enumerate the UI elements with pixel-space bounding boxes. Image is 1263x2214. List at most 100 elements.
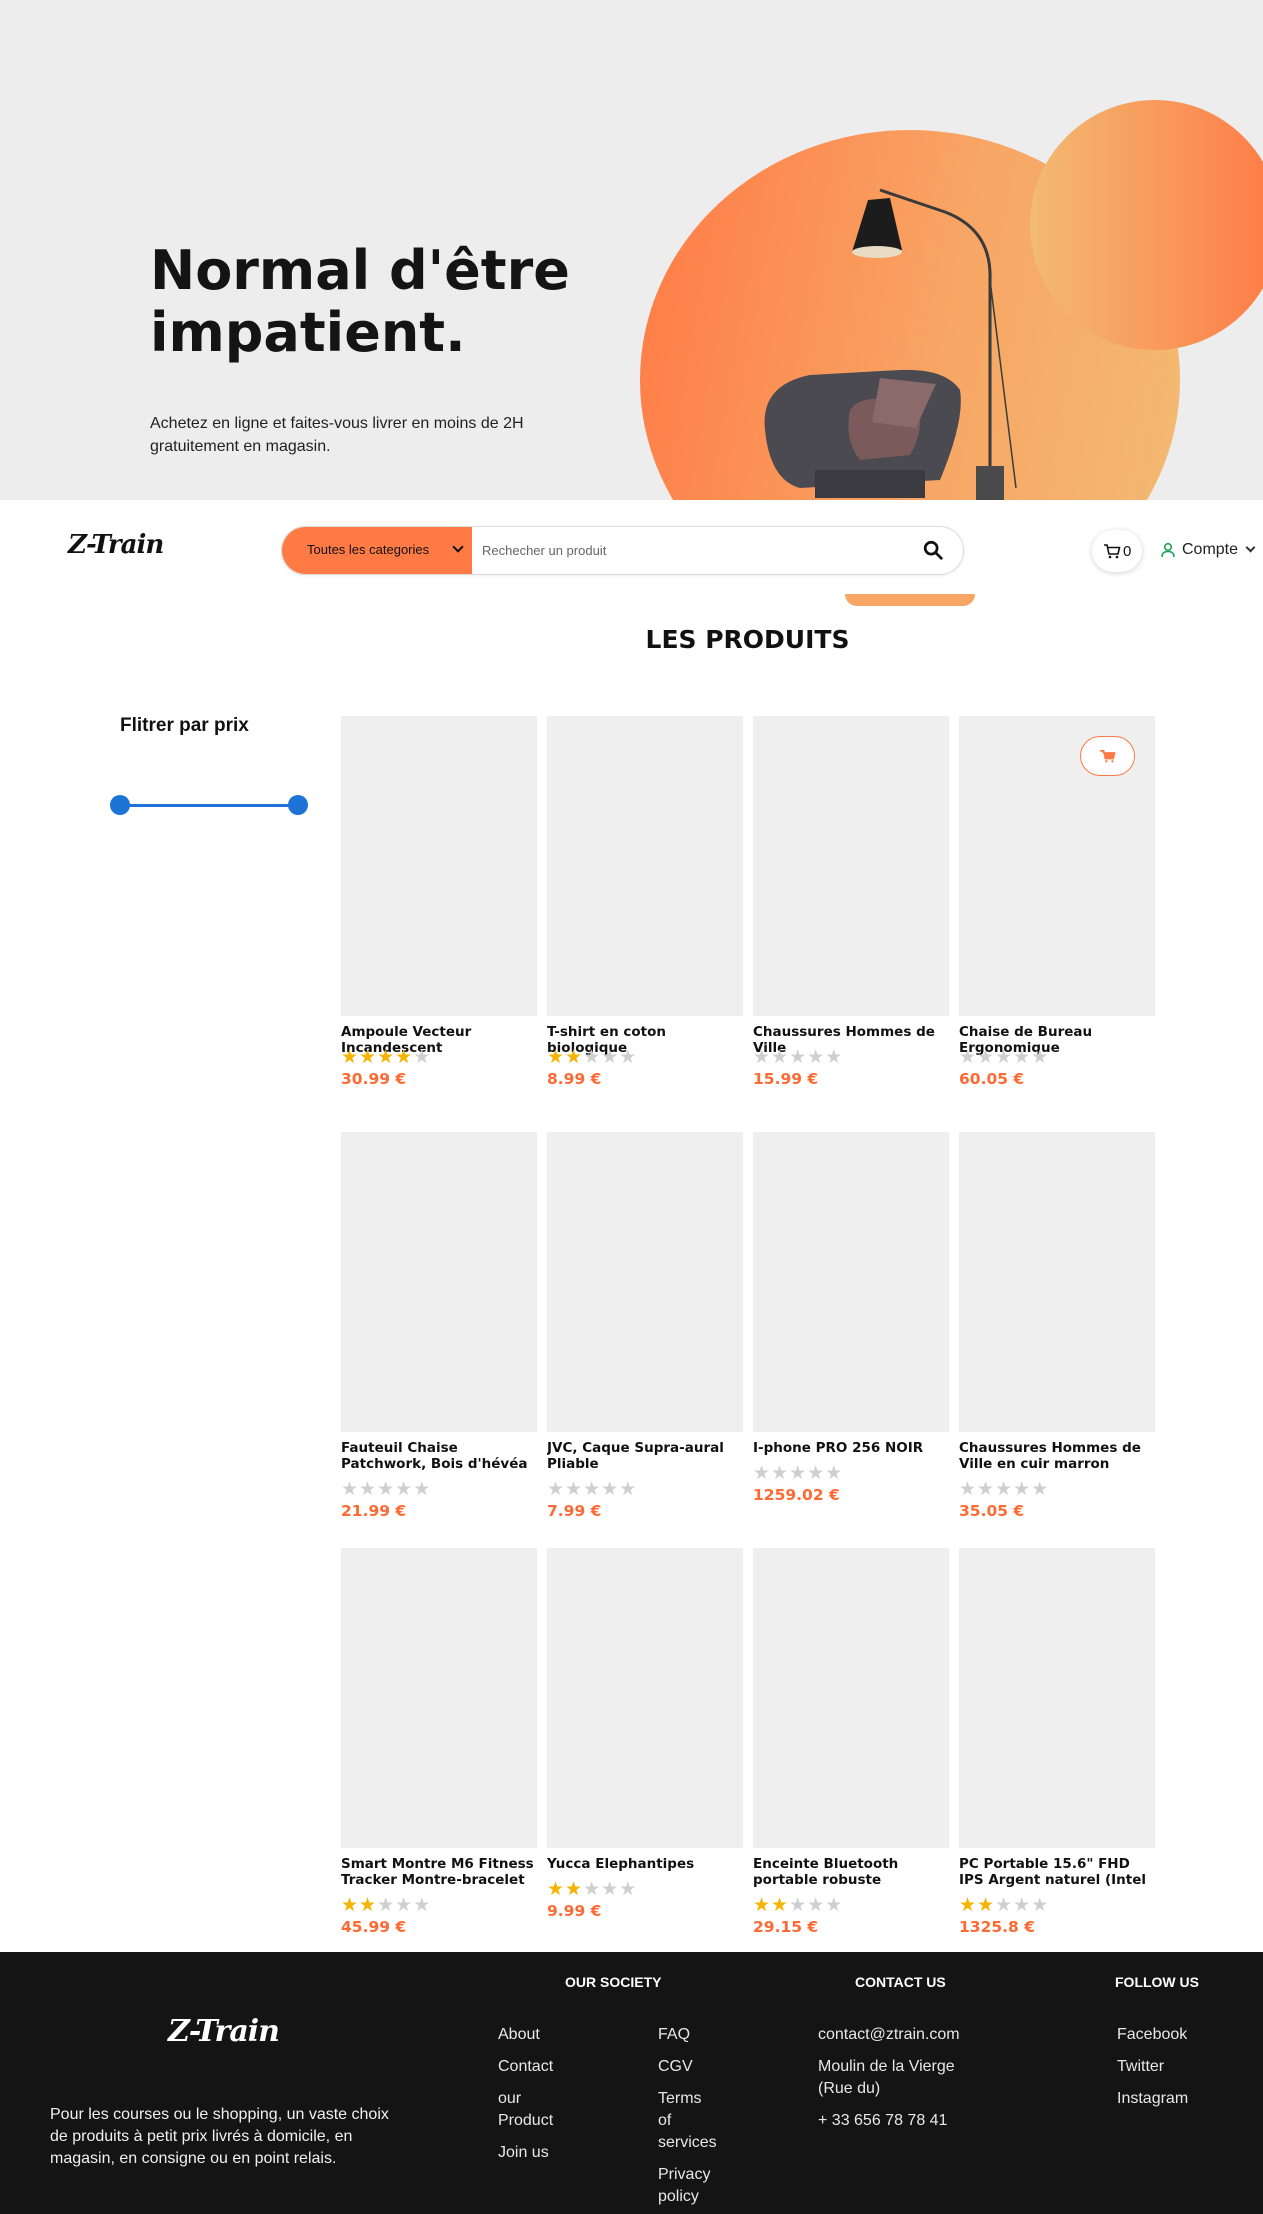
slider-min-handle[interactable] xyxy=(110,795,130,815)
product-name[interactable]: PC Portable 15.6" FHD IPS Argent naturel… xyxy=(959,1856,1155,1888)
star-icon: ★ xyxy=(1013,1895,1032,1916)
star-icon: ★ xyxy=(395,1047,414,1068)
footer-link-terms[interactable]: Terms of services xyxy=(658,2088,718,2154)
product-card[interactable]: PC Portable 15.6" FHD IPS Argent naturel… xyxy=(959,1548,1155,1958)
product-name[interactable]: Chaussures Hommes de Ville en cuir marro… xyxy=(959,1440,1155,1472)
footer-link-instagram[interactable]: Instagram xyxy=(1117,2088,1237,2110)
star-icon: ★ xyxy=(359,1479,378,1500)
product-image[interactable] xyxy=(547,1548,743,1848)
product-rating: ★★★★★ xyxy=(959,1048,1049,1068)
price-range-slider[interactable] xyxy=(110,795,308,815)
product-name[interactable]: Smart Montre M6 Fitness Tracker Montre-b… xyxy=(341,1856,537,1888)
product-name[interactable]: Yucca Elephantipes xyxy=(547,1856,743,1872)
footer-social-links: Facebook Twitter Instagram xyxy=(1117,2024,1237,2120)
star-icon: ★ xyxy=(807,1463,826,1484)
star-icon: ★ xyxy=(753,1463,772,1484)
account-label: Compte xyxy=(1182,541,1239,558)
product-card[interactable]: JVC, Caque Supra-aural Pliable ★★★★★ 7.99 … xyxy=(547,1132,743,1542)
star-icon: ★ xyxy=(583,1879,602,1900)
product-rating: ★★★★★ xyxy=(341,1896,431,1916)
star-icon: ★ xyxy=(565,1879,584,1900)
product-name[interactable]: I-phone PRO 256 NOIR xyxy=(753,1440,949,1456)
logo[interactable]: Z-Train xyxy=(68,530,164,560)
footer-link-about[interactable]: About xyxy=(498,2024,598,2046)
footer-contact-info: contact@ztrain.com Moulin de la Vierge (… xyxy=(818,2024,1003,2142)
star-icon: ★ xyxy=(359,1895,378,1916)
product-image[interactable] xyxy=(341,716,537,1016)
product-card[interactable]: Chaise de Bureau Ergonomique ★★★★★ 60.05 € xyxy=(959,716,1155,1126)
product-card[interactable]: Fauteuil Chaise Patchwork, Bois d'hévéa ★… xyxy=(341,1132,537,1542)
product-price: 15.99 € xyxy=(753,1070,819,1088)
footer-link-our-product[interactable]: our Product xyxy=(498,2088,558,2132)
footer-link-join-us[interactable]: Join us xyxy=(498,2142,598,2164)
product-image[interactable] xyxy=(341,1548,537,1848)
star-icon: ★ xyxy=(995,1479,1014,1500)
search-bar: Toutes les categories xyxy=(281,526,964,575)
footer-link-facebook[interactable]: Facebook xyxy=(1117,2024,1237,2046)
star-icon: ★ xyxy=(825,1895,844,1916)
product-card[interactable]: Ampoule Vecteur Incandescent ★★★★★ 30.99 € xyxy=(341,716,537,1126)
footer-link-twitter[interactable]: Twitter xyxy=(1117,2056,1237,2078)
star-icon: ★ xyxy=(601,1047,620,1068)
star-icon: ★ xyxy=(341,1895,360,1916)
slider-max-handle[interactable] xyxy=(288,795,308,815)
footer-link-faq[interactable]: FAQ xyxy=(658,2024,728,2046)
star-icon: ★ xyxy=(377,1047,396,1068)
product-rating: ★★★★★ xyxy=(959,1896,1049,1916)
product-name[interactable]: Fauteuil Chaise Patchwork, Bois d'hévéa xyxy=(341,1440,537,1472)
star-icon: ★ xyxy=(413,1047,432,1068)
footer-logo[interactable]: Z-Train xyxy=(168,2014,280,2049)
product-card[interactable]: Smart Montre M6 Fitness Tracker Montre-b… xyxy=(341,1548,537,1958)
footer-heading-society: OUR SOCIETY xyxy=(565,1974,662,1990)
footer-contact-email[interactable]: contact@ztrain.com xyxy=(818,2024,1003,2046)
star-icon: ★ xyxy=(807,1895,826,1916)
hero-title-line2: impatient. xyxy=(150,301,466,364)
search-icon[interactable] xyxy=(922,539,944,561)
star-icon: ★ xyxy=(413,1479,432,1500)
search-input[interactable] xyxy=(482,537,882,564)
star-icon: ★ xyxy=(395,1479,414,1500)
product-image[interactable] xyxy=(753,1132,949,1432)
footer-link-privacy[interactable]: Privacy policy xyxy=(658,2164,718,2208)
product-image[interactable] xyxy=(341,1132,537,1432)
star-icon: ★ xyxy=(547,1879,566,1900)
category-select[interactable]: Toutes les categories xyxy=(282,527,472,574)
star-icon: ★ xyxy=(547,1479,566,1500)
product-image[interactable] xyxy=(547,1132,743,1432)
product-price: 8.99 € xyxy=(547,1070,602,1088)
add-to-cart-button[interactable] xyxy=(1080,736,1135,776)
filter-title: Flitrer par prix xyxy=(120,715,249,736)
navbar-accent-shape xyxy=(845,594,975,606)
footer: Z-Train Pour les courses ou le shopping,… xyxy=(0,1952,1263,2214)
product-image[interactable] xyxy=(753,1548,949,1848)
product-rating: ★★★★★ xyxy=(753,1048,843,1068)
cart-button[interactable]: 0 xyxy=(1092,530,1142,572)
star-icon: ★ xyxy=(977,1895,996,1916)
footer-link-cgv[interactable]: CGV xyxy=(658,2056,728,2078)
product-price: 1325.8 € xyxy=(959,1918,1035,1936)
product-rating: ★★★★★ xyxy=(753,1896,843,1916)
star-icon: ★ xyxy=(583,1047,602,1068)
product-rating: ★★★★★ xyxy=(547,1048,637,1068)
product-price: 45.99 € xyxy=(341,1918,407,1936)
navbar: Z-Train Toutes les categories 0 Compte xyxy=(0,500,1263,600)
hero-banner: Normal d'être impatient. Achetez en lign… xyxy=(0,0,1263,500)
product-image[interactable] xyxy=(547,716,743,1016)
product-image[interactable] xyxy=(959,1548,1155,1848)
star-icon: ★ xyxy=(1031,1895,1050,1916)
product-card[interactable]: Chaussures Hommes de Ville en cuir marro… xyxy=(959,1132,1155,1542)
product-card[interactable]: I-phone PRO 256 NOIR ★★★★★ 1259.02 € xyxy=(753,1132,949,1542)
footer-link-contact[interactable]: Contact xyxy=(498,2056,598,2078)
product-price: 1259.02 € xyxy=(753,1486,840,1504)
product-name[interactable]: JVC, Caque Supra-aural Pliable xyxy=(547,1440,743,1472)
product-card[interactable]: Yucca Elephantipes ★★★★★ 9.99 € xyxy=(547,1548,743,1958)
product-card[interactable]: Enceinte Bluetooth portable robuste ★★★★★… xyxy=(753,1548,949,1958)
product-image[interactable] xyxy=(753,716,949,1016)
product-card[interactable]: T-shirt en coton biologique ★★★★★ 8.99 € xyxy=(547,716,743,1126)
product-name[interactable]: Enceinte Bluetooth portable robuste xyxy=(753,1856,949,1888)
product-image[interactable] xyxy=(959,1132,1155,1432)
product-card[interactable]: Chaussures Hommes de Ville ★★★★★ 15.99 € xyxy=(753,716,949,1126)
star-icon: ★ xyxy=(547,1047,566,1068)
star-icon: ★ xyxy=(995,1047,1014,1068)
product-price: 30.99 € xyxy=(341,1070,407,1088)
